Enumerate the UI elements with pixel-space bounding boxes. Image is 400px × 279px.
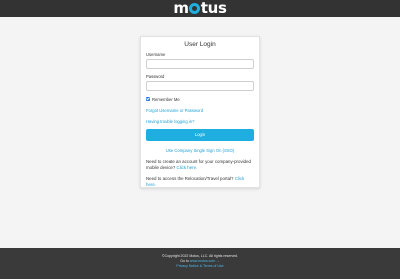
- relocation-text: Need to access the Relocation/Travel por…: [146, 176, 234, 181]
- page-footer: ©Copyright 2022 Motus, LLC. All rights r…: [0, 248, 400, 279]
- username-label: Username: [146, 52, 166, 57]
- page-title: User Login: [184, 41, 216, 48]
- create-account-link[interactable]: Click here.: [177, 165, 198, 170]
- password-label: Password: [146, 74, 165, 79]
- create-account-note: Need to create an account for your compa…: [146, 159, 254, 171]
- login-card: User Login Username Password Remember Me…: [140, 36, 260, 188]
- forgot-credentials-link[interactable]: Forgot Username or Password: [146, 108, 254, 114]
- sso-link[interactable]: Use Company Single Sign On (SSO): [146, 148, 254, 154]
- privacy-terms-link[interactable]: Privacy Notice & Terms of Use: [176, 264, 223, 268]
- login-button[interactable]: Login: [146, 129, 254, 141]
- create-account-text: Need to create an account for your compa…: [146, 159, 251, 170]
- username-input[interactable]: [146, 59, 254, 69]
- remember-me-row[interactable]: Remember Me: [146, 96, 254, 102]
- remember-me-label: Remember Me: [152, 96, 180, 102]
- motus-website-link[interactable]: www.motus.com →: [190, 259, 220, 263]
- motus-logo[interactable]: m tus: [173, 0, 227, 17]
- trouble-logging-in-link[interactable]: Having trouble logging in?: [146, 119, 254, 125]
- logo-o-ring-icon: [189, 3, 201, 14]
- password-input[interactable]: [146, 81, 254, 91]
- logo-text-end: tus: [200, 0, 227, 17]
- logo-text-start: m: [173, 0, 189, 17]
- top-header-bar: m tus: [0, 0, 400, 17]
- goto-prefix: Go to: [180, 259, 189, 263]
- remember-me-checkbox[interactable]: [146, 97, 150, 101]
- relocation-note: Need to access the Relocation/Travel por…: [146, 176, 254, 188]
